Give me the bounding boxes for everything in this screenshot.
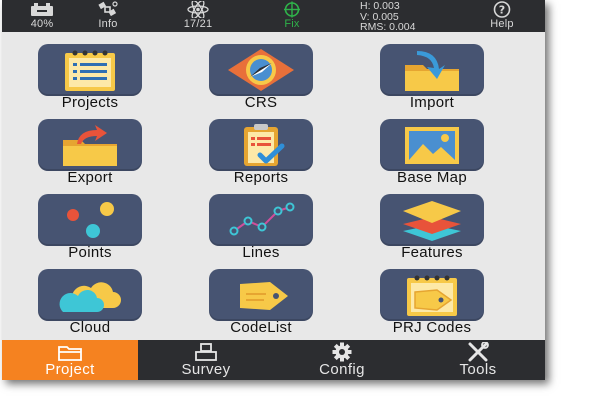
- cloud-icon: [38, 269, 142, 321]
- export-label: Export: [67, 169, 113, 186]
- precision-readout: H: 0.003 V: 0.005 RMS: 0.004: [332, 1, 452, 33]
- lines-tile[interactable]: Lines: [176, 186, 346, 262]
- tab-config[interactable]: Config: [274, 340, 410, 380]
- import-label: Import: [409, 94, 455, 111]
- reports-clipboard-icon: [209, 119, 313, 171]
- crosshair-fix-icon: [252, 1, 332, 18]
- tab-config-label: Config: [319, 361, 365, 378]
- features-label: Features: [401, 244, 463, 261]
- help-label: Help: [490, 18, 514, 30]
- satellites-button[interactable]: 17/21: [158, 1, 238, 30]
- reports-label: Reports: [233, 169, 289, 186]
- help-button[interactable]: ? Help: [462, 1, 542, 30]
- fix-button[interactable]: Fix: [252, 1, 332, 30]
- tab-project-label: Project: [45, 361, 95, 378]
- reports-tile[interactable]: Reports: [176, 111, 346, 187]
- folder-icon: [2, 340, 138, 362]
- features-tile[interactable]: Features: [347, 186, 517, 262]
- survey-instrument-icon: [138, 340, 274, 362]
- prj-codes-label: PRJ Codes: [392, 319, 472, 336]
- export-tile[interactable]: Export: [5, 111, 175, 187]
- export-folder-icon: [38, 119, 142, 171]
- tab-tools[interactable]: Tools: [410, 340, 545, 380]
- lines-polyline-icon: [209, 194, 313, 246]
- points-tile[interactable]: Points: [5, 186, 175, 262]
- question-mark-icon: ?: [462, 1, 542, 18]
- tab-survey[interactable]: Survey: [138, 340, 274, 380]
- import-tile[interactable]: Import: [347, 36, 517, 112]
- tools-wrench-screwdriver-icon: [410, 340, 545, 362]
- tab-tools-label: Tools: [459, 361, 497, 378]
- info-label: Info: [98, 18, 118, 30]
- cloud-label: Cloud: [69, 319, 111, 336]
- prj-codes-tile[interactable]: PRJ Codes: [347, 261, 517, 337]
- satellites-label: 17/21: [183, 18, 213, 30]
- info-button[interactable]: Info: [68, 1, 148, 30]
- tab-survey-label: Survey: [181, 361, 231, 378]
- codelist-tile[interactable]: CodeList: [176, 261, 346, 337]
- crs-label: CRS: [244, 94, 278, 111]
- atom-satellites-icon: [158, 1, 238, 18]
- projects-label: Projects: [61, 94, 119, 111]
- base-map-label: Base Map: [397, 169, 467, 186]
- tab-project[interactable]: Project: [2, 340, 138, 380]
- precision-rms: RMS: 0.004: [360, 21, 416, 33]
- prj-codes-tag-icon: [380, 269, 484, 321]
- bottom-nav: Project Survey Config Tools: [2, 340, 545, 380]
- cloud-tile[interactable]: Cloud: [5, 261, 175, 337]
- menu-grid: Projects CRS Import Export Reports Base …: [2, 32, 545, 340]
- crs-compass-icon: [209, 44, 313, 96]
- projects-tile[interactable]: Projects: [5, 36, 175, 112]
- app-window: 40% Info 17/21 Fix H: 0.003 V: 0.005 RMS…: [2, 0, 545, 380]
- fix-label: Fix: [284, 18, 300, 30]
- gear-icon: [274, 340, 410, 362]
- features-layers-icon: [380, 194, 484, 246]
- import-folder-icon: [380, 44, 484, 96]
- points-label: Points: [68, 244, 112, 261]
- lines-label: Lines: [242, 244, 280, 261]
- points-dots-icon: [38, 194, 142, 246]
- satellite-info-icon: [68, 1, 148, 18]
- projects-notepad-icon: [38, 44, 142, 96]
- codelist-label: CodeList: [230, 319, 292, 336]
- svg-text:?: ?: [499, 4, 505, 17]
- base-map-tile[interactable]: Base Map: [347, 111, 517, 187]
- precision-h: H: 0.003: [360, 0, 400, 12]
- codelist-tag-icon: [209, 269, 313, 321]
- crs-tile[interactable]: CRS: [176, 36, 346, 112]
- status-bar: 40% Info 17/21 Fix H: 0.003 V: 0.005 RMS…: [2, 0, 545, 32]
- base-map-image-icon: [380, 119, 484, 171]
